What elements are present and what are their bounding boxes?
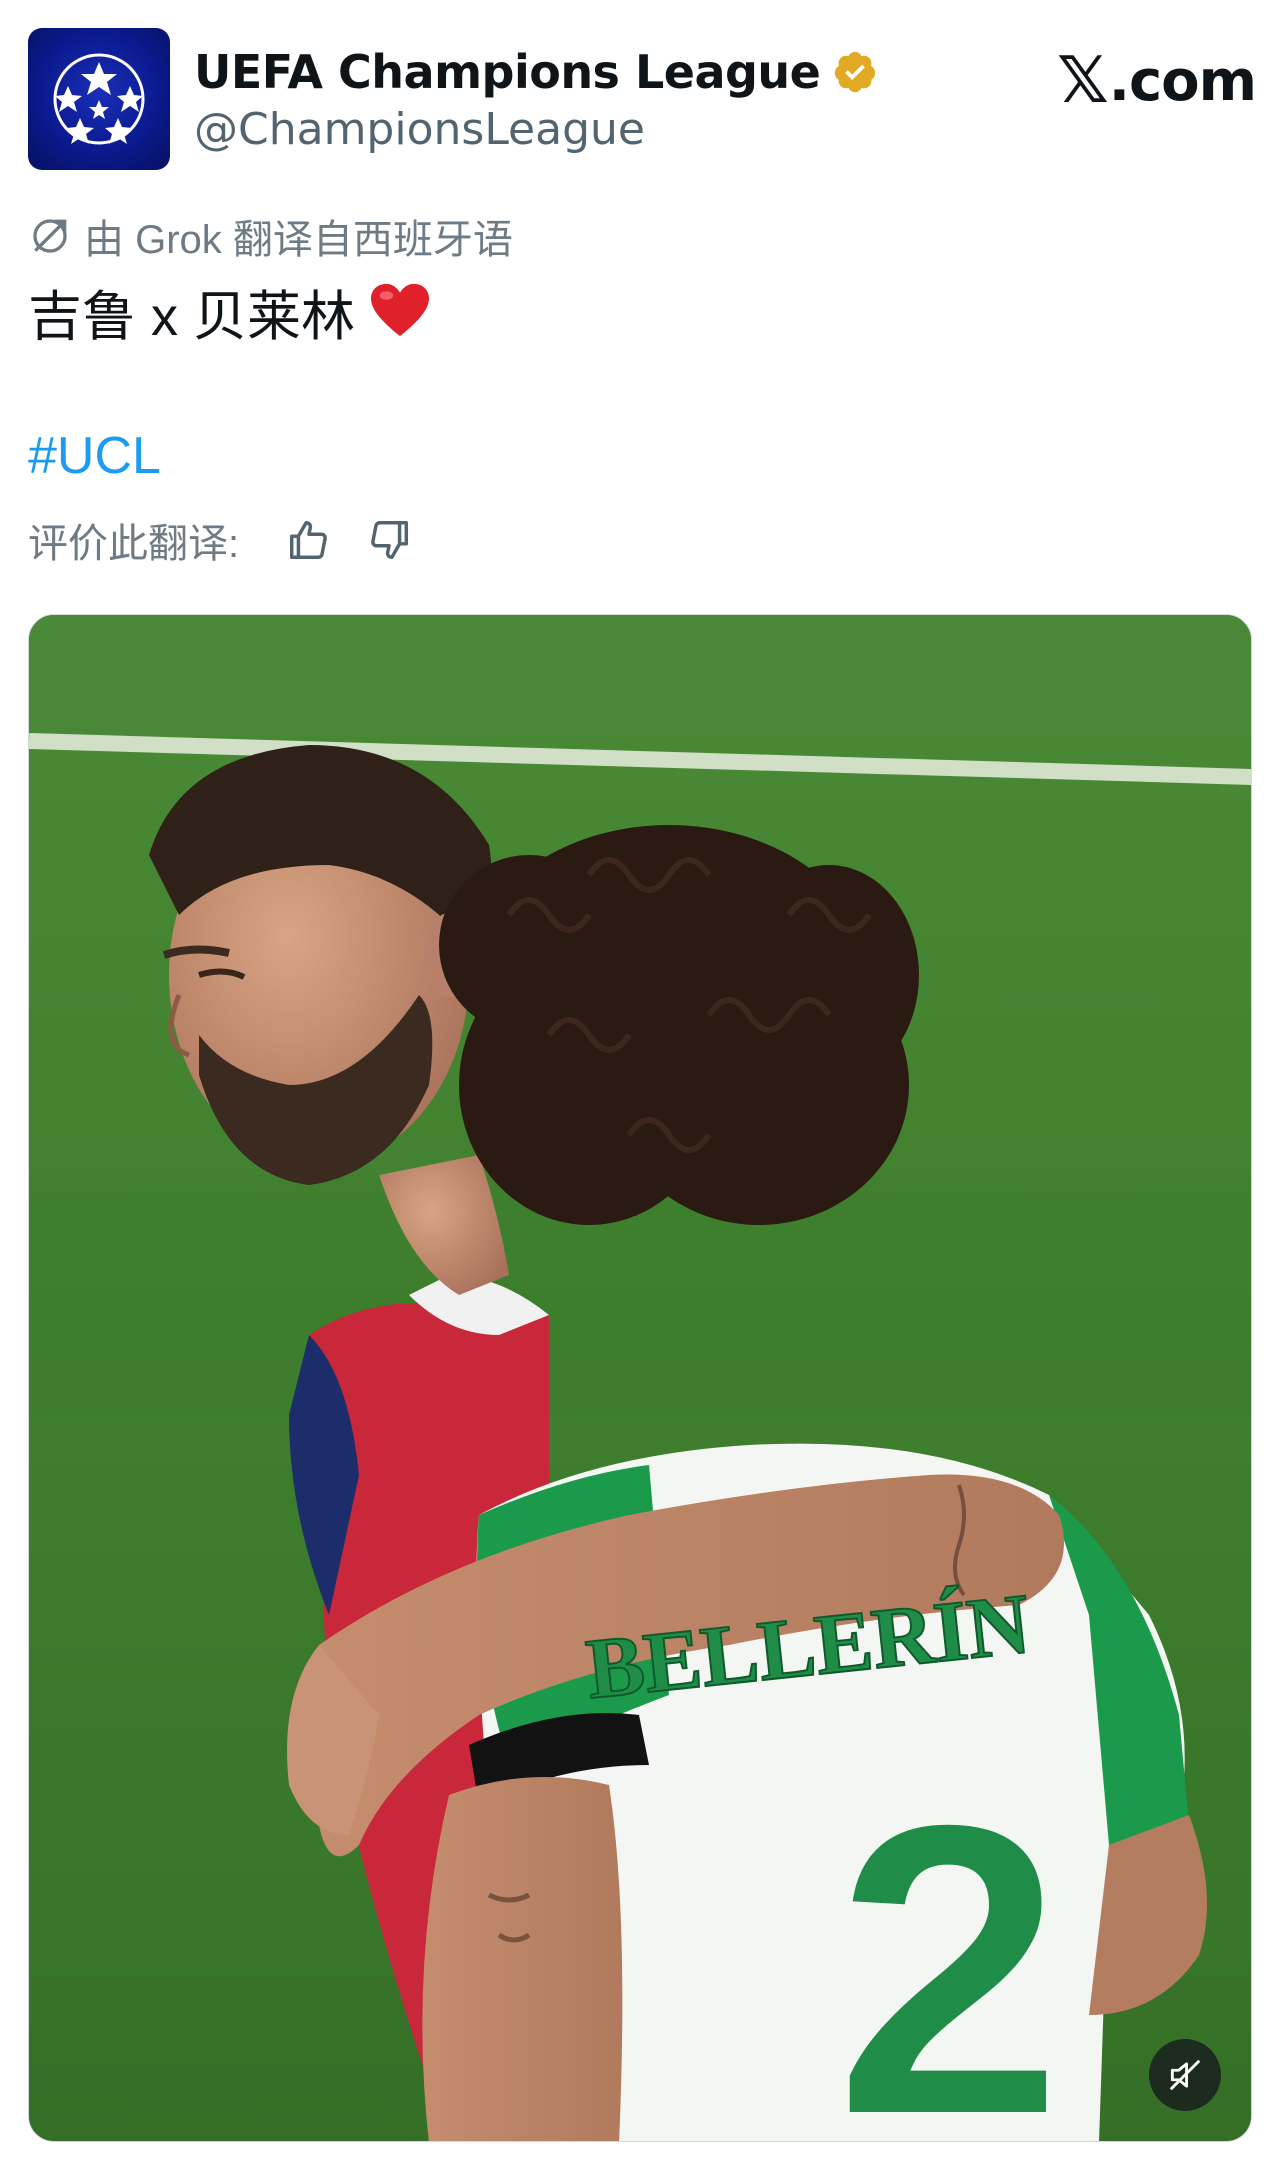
red-heart-icon: [371, 283, 430, 337]
mute-toggle-button[interactable]: [1149, 2039, 1221, 2111]
x-logo: 𝕏 .com: [1057, 44, 1257, 118]
tweet-header: UEFA Champions League @ChampionsLeague 𝕏…: [28, 28, 1257, 170]
rate-translation-row: 评价此翻译:: [28, 512, 417, 568]
translation-notice: 由 Grok 翻译自西班牙语: [28, 212, 513, 262]
thumbs-up-button[interactable]: [281, 513, 335, 567]
translate-icon: [33, 219, 67, 253]
account-handle[interactable]: @ChampionsLeague: [194, 104, 645, 155]
display-name[interactable]: UEFA Champions League: [194, 45, 821, 99]
translation-notice-text: 由 Grok 翻译自西班牙语: [84, 218, 513, 262]
account-avatar[interactable]: [28, 28, 170, 170]
speaker-muted-icon: [1169, 2059, 1201, 2091]
tweet-body: 吉鲁 x 贝莱林: [28, 286, 356, 347]
rate-translation-label: 评价此翻译:: [28, 522, 240, 566]
tweet-text: 吉鲁 x 贝莱林: [28, 276, 431, 347]
name-row: UEFA Champions League: [194, 42, 878, 102]
verified-badge-icon: [835, 51, 876, 93]
thumbs-down-icon: [371, 521, 409, 559]
jersey-number: 2: [832, 1736, 1066, 2142]
video-frame: BELLERÍN 2: [29, 615, 1251, 2142]
thumbs-up-icon: [290, 521, 328, 559]
thumbs-down-button[interactable]: [363, 513, 417, 567]
hashtag-link[interactable]: #UCL: [28, 426, 161, 486]
x-mark-icon: 𝕏: [1057, 44, 1109, 118]
tweet-video[interactable]: BELLERÍN 2: [28, 614, 1252, 2142]
starball-logo-icon: [53, 53, 145, 145]
x-domain-suffix: .com: [1108, 48, 1257, 114]
